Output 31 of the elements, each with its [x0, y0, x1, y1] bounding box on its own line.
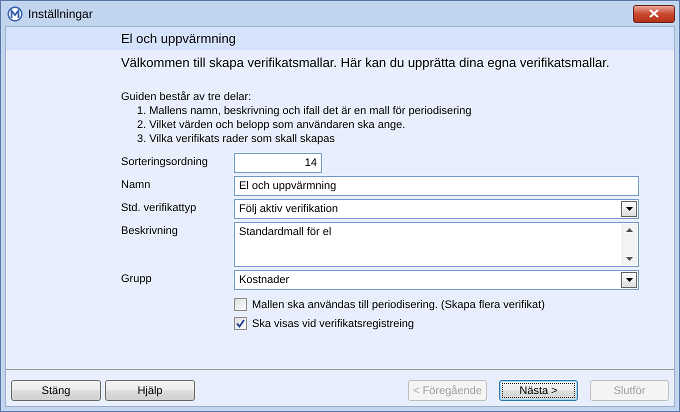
dropdown[interactable]: Följ aktiv verifikation — [234, 199, 639, 219]
text-field[interactable]: El och uppvärmning — [234, 176, 639, 196]
field-label: Sorteringsordning — [121, 155, 209, 170]
window-title: Inställningar — [28, 6, 93, 20]
wizard-button[interactable]: Nästa > — [499, 380, 578, 401]
caret-icon[interactable] — [621, 201, 637, 217]
dialog-button[interactable]: Hjälp — [105, 380, 195, 401]
guide-step: 1. Mallens namn, beskrivning och ifall det är en mall för periodisering — [137, 105, 674, 117]
checkbox[interactable] — [234, 317, 247, 330]
field-label: Namn — [121, 178, 152, 193]
checkbox[interactable] — [234, 298, 247, 311]
checkbox-label: Mallen ska användas till periodisering. (Skapa flera verifikat) — [252, 298, 545, 310]
guide-step: 3. Vilka verifikats rader som skall skapas — [137, 133, 674, 145]
dialog-button[interactable]: Stäng — [11, 380, 101, 401]
field-label: Grupp — [121, 272, 153, 287]
intro-text: Välkommen till skapa verifikatsmallar. Här kan du upprätta dina egna verifikatsmallar. — [121, 55, 610, 70]
scroll-up-icon[interactable] — [626, 228, 632, 232]
field-label: Beskrivning — [121, 224, 179, 239]
guide-step: 2. Vilket värden och belopp som användaren ska ange. — [137, 119, 674, 131]
number-field[interactable]: 14 — [234, 153, 322, 173]
guide-heading: Guiden består av tre delar: — [121, 91, 252, 103]
field-label: Std. verifikattyp — [121, 201, 198, 216]
page-title: El och uppvärmning — [121, 31, 236, 46]
caret-icon[interactable] — [621, 272, 637, 288]
close-button[interactable] — [633, 4, 675, 22]
checkbox-label: Ska visas vid verifikatsregistreing — [252, 318, 414, 330]
dropdown[interactable]: Kostnader — [234, 270, 639, 290]
scroll-down-icon[interactable] — [626, 257, 632, 261]
close-icon — [649, 9, 659, 18]
text-area[interactable]: Standardmall för el — [234, 222, 639, 267]
app-logo-icon — [7, 6, 23, 22]
